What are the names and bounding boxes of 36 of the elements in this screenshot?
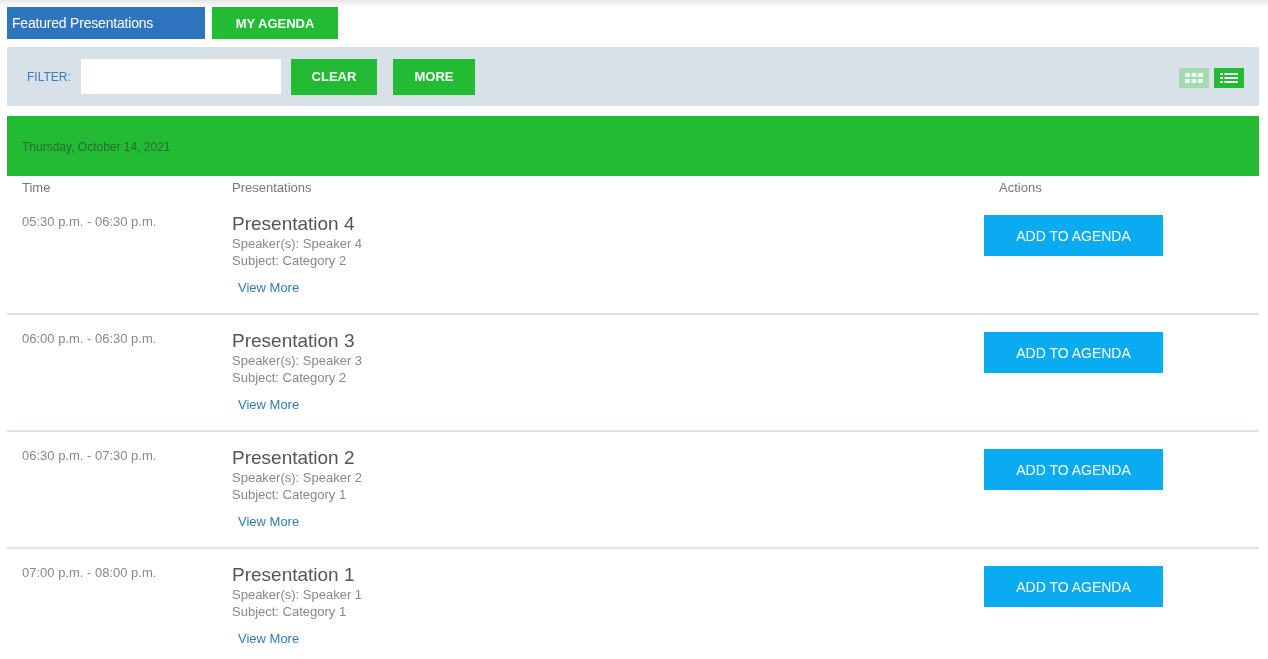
- subject-text: Subject: Category 1: [232, 603, 347, 620]
- presentation-title: Presentation 4: [232, 213, 355, 235]
- add-to-agenda-button[interactable]: ADD TO AGENDA: [984, 332, 1163, 373]
- view-more-link[interactable]: View More: [238, 397, 300, 412]
- speaker-text: Speaker(s): Speaker 4: [232, 235, 363, 252]
- session-time: 05:30 p.m. - 06:30 p.m.: [22, 214, 158, 229]
- speaker-text: Speaker(s): Speaker 1: [232, 586, 363, 603]
- session-time: 06:30 p.m. - 07:30 p.m.: [22, 448, 158, 463]
- tab[interactable]: MY AGENDA: [212, 7, 338, 39]
- filter-button[interactable]: CLEAR: [291, 58, 377, 95]
- subject-text: Subject: Category 1: [232, 486, 347, 503]
- add-to-agenda-button[interactable]: ADD TO AGENDA: [984, 215, 1163, 256]
- filter-button[interactable]: MORE: [393, 58, 475, 95]
- grid-view-icon[interactable]: [1179, 67, 1209, 88]
- filter-input[interactable]: [81, 59, 281, 94]
- view-more-link[interactable]: View More: [238, 514, 300, 529]
- tab[interactable]: Featured Presentations: [7, 7, 205, 39]
- column-header: Actions: [998, 179, 1042, 195]
- presentation-title: Presentation 1: [232, 564, 355, 586]
- speaker-text: Speaker(s): Speaker 2: [232, 469, 363, 486]
- presentation-title: Presentation 3: [232, 330, 355, 352]
- speaker-text: Speaker(s): Speaker 3: [232, 352, 363, 369]
- day-date: Thursday, October 14, 2021: [22, 138, 171, 154]
- session-time: 06:00 p.m. - 06:30 p.m.: [22, 331, 158, 346]
- subject-text: Subject: Category 2: [232, 369, 347, 386]
- list-view-icon[interactable]: [1214, 67, 1244, 88]
- session-time: 07:00 p.m. - 08:00 p.m.: [22, 565, 158, 580]
- add-to-agenda-button[interactable]: ADD TO AGENDA: [984, 449, 1163, 490]
- add-to-agenda-button[interactable]: ADD TO AGENDA: [984, 566, 1163, 607]
- subject-text: Subject: Category 2: [232, 252, 347, 269]
- view-more-link[interactable]: View More: [238, 280, 300, 295]
- column-header: Time: [21, 179, 52, 195]
- filter-label: FILTER:: [27, 69, 72, 84]
- column-header: Presentations: [232, 179, 313, 195]
- presentation-title: Presentation 2: [232, 447, 355, 469]
- view-more-link[interactable]: View More: [238, 631, 300, 646]
